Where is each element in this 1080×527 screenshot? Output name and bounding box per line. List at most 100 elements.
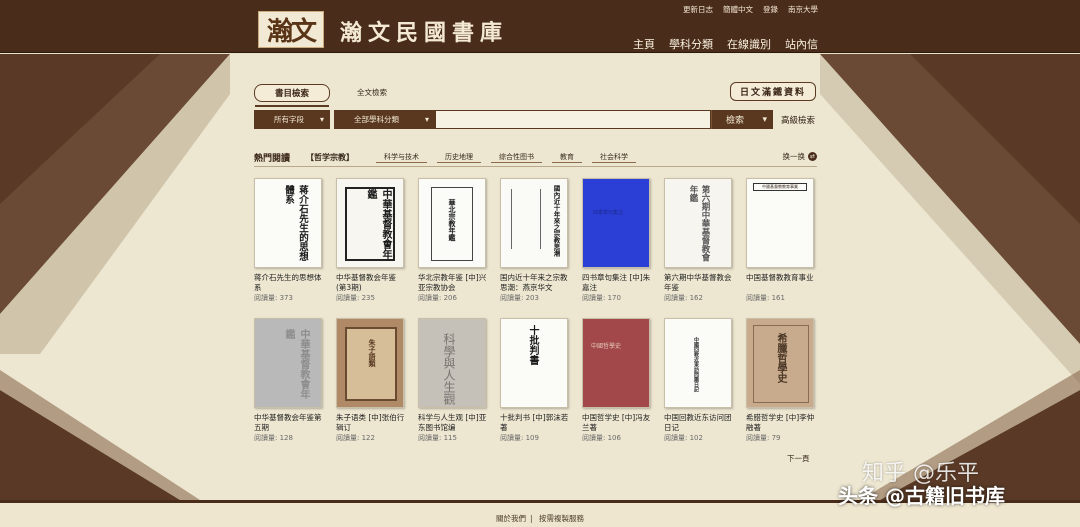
book-card[interactable]: 四書章句集注 四书章句集注 [中]朱嘉注 阅讀量: 170 <box>582 178 652 303</box>
japanese-mantetsu-button[interactable]: 日文滿鐵資料 <box>730 82 816 101</box>
book-title: 中国哲学史 [中]冯友兰著 <box>582 413 651 432</box>
search-button[interactable]: 檢索 ▾ <box>711 110 773 129</box>
cover-text: 中國基督教教育事業 <box>753 183 807 191</box>
chevron-down-icon: ▾ <box>424 115 429 124</box>
cover-text: 第六期中華基督教會年鑑 <box>688 185 710 262</box>
book-read-count: 阅讀量: 162 <box>664 294 703 302</box>
book-cover: 中國回教近東訪問團日記 <box>664 318 732 408</box>
book-read-count: 阅讀量: 122 <box>336 434 375 442</box>
book-title: 科学与人生观 [中]亚东图书馆编 <box>418 413 487 432</box>
cover-text: 中華基督教會年鑑 <box>283 329 309 399</box>
tab-education[interactable]: 教育 <box>552 152 582 163</box>
refresh-button[interactable]: 换一换 ⇄ <box>782 151 817 162</box>
cover-text: 蒋介石先生的思想體系 <box>283 185 308 261</box>
cover-text: 中國哲學史 <box>591 343 622 350</box>
book-cover: 中華基督教會年鑑 <box>254 318 322 408</box>
site-header: 瀚文 瀚文民國書庫 更新日志 簡體中文 登錄 南京大學 主頁 學科分類 在線識別… <box>0 0 1080 53</box>
tab-science-tech[interactable]: 科学与技术 <box>376 152 427 163</box>
nav-home[interactable]: 主頁 <box>633 36 655 52</box>
top-link-login[interactable]: 登錄 <box>763 4 778 15</box>
book-title: 中华基督教会年鉴(第3期) <box>336 273 396 292</box>
book-card[interactable]: 中國哲學史 中国哲学史 [中]冯友兰著 阅讀量: 106 <box>582 318 652 443</box>
advanced-search-link[interactable]: 高級檢索 <box>781 114 815 126</box>
watermark-toutiao: 头条 @古籍旧书库 <box>838 484 1005 508</box>
nav-subjects[interactable]: 學科分類 <box>669 36 713 52</box>
cover-text: 十批判書 <box>527 325 538 365</box>
tab-philosophy-religion[interactable]: 【哲学宗教】 <box>306 152 362 163</box>
search-input[interactable] <box>435 110 711 129</box>
cover-text: 中華基督教會年鑑 <box>365 189 391 259</box>
book-card[interactable]: 中國回教近東訪問團日記 中国回教近东访问团日记 阅讀量: 102 <box>664 318 734 443</box>
book-read-count: 阅讀量: 206 <box>418 294 457 302</box>
book-title: 十批判书 [中]郭沫若著 <box>500 413 569 432</box>
cover-text: 中國回教近東訪問團日記 <box>693 337 699 392</box>
book-read-count: 阅讀量: 235 <box>336 294 375 302</box>
book-read-count: 阅讀量: 203 <box>500 294 539 302</box>
refresh-icon: ⇄ <box>808 152 817 161</box>
book-cover: 中國基督教教育事業 <box>746 178 814 268</box>
book-title: 第六期中华基督教会年鉴 <box>664 273 732 292</box>
refresh-label: 换一换 <box>782 152 806 161</box>
cover-text: 科學與人生觀 <box>442 333 456 405</box>
book-title: 希腊哲学史 [中]李仲融著 <box>746 413 815 432</box>
book-cover: 中華基督教會年鑑 <box>336 178 404 268</box>
tab-catalog-search[interactable]: 書目檢索 <box>254 84 330 107</box>
book-title: 朱子语类 [中]张伯行辑订 <box>336 413 405 432</box>
subject-select-value: 全部學科分類 <box>354 115 399 124</box>
book-card[interactable]: 蒋介石先生的思想體系 蒋介石先生的思想体系 阅讀量: 373 <box>254 178 324 303</box>
book-card[interactable]: 中華基督教會年鑑 中华基督教会年鉴第五期 阅讀量: 128 <box>254 318 324 443</box>
book-card[interactable]: 第六期中華基督教會年鑑 第六期中华基督教会年鉴 阅讀量: 162 <box>664 178 734 303</box>
book-cover: 希臘哲學史 <box>746 318 814 408</box>
tab-history-geography[interactable]: 历史地理 <box>437 152 481 163</box>
logo-glyph: 瀚文 <box>266 17 317 47</box>
top-link-language[interactable]: 簡體中文 <box>723 4 753 15</box>
book-card[interactable]: 中華基督教會年鑑 中华基督教会年鉴(第3期) 阅讀量: 235 <box>336 178 406 303</box>
book-cover: 中國哲學史 <box>582 318 650 408</box>
footer-link-about[interactable]: 關於我們 <box>496 514 526 523</box>
book-read-count: 阅讀量: 102 <box>664 434 703 442</box>
footer-links: 關於我們 | 按需複製服務 <box>496 514 584 523</box>
book-cover: 國內近十年來之宗教思潮 <box>500 178 568 268</box>
nav-messages[interactable]: 站內信 <box>785 36 818 52</box>
book-cover: 十批判書 <box>500 318 568 408</box>
cover-text: 朱子語類 <box>368 339 377 367</box>
book-read-count: 阅讀量: 170 <box>582 294 621 302</box>
book-title: 华北宗教年鉴 [中]兴亚宗教协会 <box>418 273 487 292</box>
top-link-institution[interactable]: 南京大學 <box>788 4 818 15</box>
book-title: 中国回教近东访问团日记 <box>664 413 732 432</box>
book-card[interactable]: 中國基督教教育事業 中国基督教教育事业 阅讀量: 161 <box>746 178 816 303</box>
book-cover: 朱子語類 <box>336 318 404 408</box>
book-read-count: 阅讀量: 128 <box>254 434 293 442</box>
book-card[interactable]: 十批判書 十批判书 [中]郭沫若著 阅讀量: 109 <box>500 318 570 443</box>
hot-reading-bar: 熱門閱讀 【哲学宗教】 科学与技术 历史地理 综合性图书 教育 社会科学 换一换… <box>254 149 817 165</box>
book-cover: 華北宗教年鑑 <box>418 178 486 268</box>
book-card[interactable]: 希臘哲學史 希腊哲学史 [中]李仲融著 阅讀量: 79 <box>746 318 816 443</box>
next-page-link[interactable]: 下一頁 <box>787 453 810 464</box>
book-cover: 第六期中華基督教會年鑑 <box>664 178 732 268</box>
tab-fulltext-search[interactable]: 全文檢索 <box>357 87 387 98</box>
book-card[interactable]: 國內近十年來之宗教思潮 国内近十年来之宗教思潮：燕京华文 阅讀量: 203 <box>500 178 570 303</box>
main-nav: 主頁 學科分類 在線識別 站內信 <box>633 36 818 52</box>
site-logo[interactable]: 瀚文 <box>258 11 324 48</box>
book-read-count: 阅讀量: 373 <box>254 294 293 302</box>
top-links: 更新日志 簡體中文 登錄 南京大學 <box>683 4 818 15</box>
book-card[interactable]: 華北宗教年鑑 华北宗教年鉴 [中]兴亚宗教协会 阅讀量: 206 <box>418 178 488 303</box>
book-read-count: 阅讀量: 79 <box>746 434 781 442</box>
tab-general-books[interactable]: 综合性图书 <box>491 152 542 163</box>
book-title: 中华基督教会年鉴第五期 <box>254 413 322 432</box>
tab-social-science[interactable]: 社会科学 <box>592 152 636 163</box>
cover-text: 國內近十年來之宗教思潮 <box>552 185 560 257</box>
top-link-changelog[interactable]: 更新日志 <box>683 4 713 15</box>
book-card[interactable]: 朱子語類 朱子语类 [中]张伯行辑订 阅讀量: 122 <box>336 318 406 443</box>
chevron-down-icon: ▾ <box>319 115 324 124</box>
book-cover: 四書章句集注 <box>582 178 650 268</box>
cover-text: 希臘哲學史 <box>775 333 786 383</box>
footer-link-reprint[interactable]: 按需複製服務 <box>539 514 584 523</box>
nav-ocr[interactable]: 在線識別 <box>727 36 771 52</box>
book-card[interactable]: 科學與人生觀 科学与人生观 [中]亚东图书馆编 阅讀量: 115 <box>418 318 488 443</box>
divider <box>254 166 817 167</box>
subject-select[interactable]: 全部學科分類 ▾ <box>334 110 435 129</box>
book-read-count: 阅讀量: 106 <box>582 434 621 442</box>
book-title: 国内近十年来之宗教思潮：燕京华文 <box>500 273 568 292</box>
field-select[interactable]: 所有字段 ▾ <box>254 110 330 129</box>
